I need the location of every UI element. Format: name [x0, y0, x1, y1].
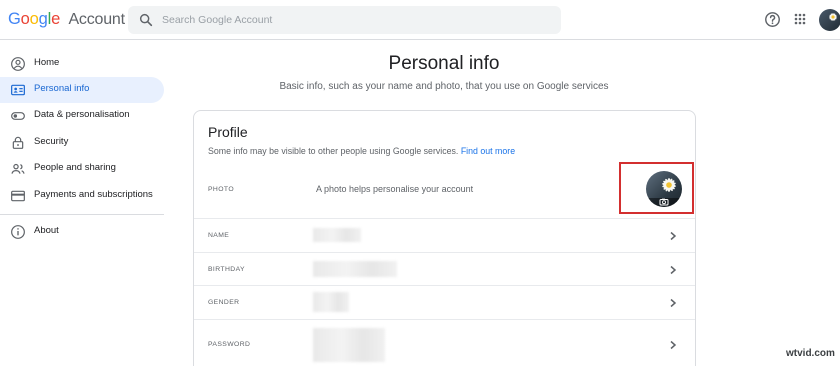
page-subtitle: Basic info, such as your name and photo,…	[279, 81, 609, 92]
profile-photo[interactable]	[646, 171, 682, 207]
chevron-right-icon	[670, 265, 677, 275]
logo-letter: o	[29, 10, 39, 28]
sidebar-item-label: People and sharing	[34, 162, 116, 173]
profile-photo-image	[646, 171, 682, 207]
home-icon	[11, 57, 25, 71]
row-label: PASSWORD	[208, 341, 251, 348]
profile-row-name[interactable]: NAME	[194, 218, 695, 252]
search-icon[interactable]	[138, 12, 154, 28]
logo-letter: g	[38, 10, 48, 28]
profile-description-text: Some info may be visible to other people…	[208, 146, 459, 156]
credit-card-icon	[11, 190, 25, 202]
row-label: BIRTHDAY	[208, 266, 245, 273]
profile-row-password[interactable]: PASSWORD	[194, 319, 695, 366]
people-icon	[11, 163, 25, 174]
apps-grid-icon[interactable]	[794, 13, 806, 25]
sidebar-item-label: Home	[34, 57, 60, 68]
chevron-right-icon	[670, 298, 677, 308]
row-label: GENDER	[208, 299, 240, 306]
profile-row-birthday[interactable]: BIRTHDAY	[194, 252, 695, 285]
avatar-flower-image	[819, 9, 840, 31]
redacted-birthday	[313, 261, 397, 277]
logo-letter: o	[20, 10, 30, 28]
sidebar-nav: Home Personal info Data & personalisatio…	[0, 40, 176, 366]
row-value: A photo helps personalise your account	[316, 184, 474, 194]
info-icon	[11, 225, 25, 239]
chevron-right-icon	[670, 340, 677, 350]
help-icon[interactable]	[764, 11, 781, 28]
row-label: PHOTO	[208, 186, 235, 193]
profile-card: Profile Some info may be visible to othe…	[193, 110, 696, 366]
sidebar-item-label: Data & personalisation	[34, 109, 130, 120]
profile-card-description: Some info may be visible to other people…	[208, 146, 515, 156]
google-wordmark: Google	[8, 10, 64, 28]
sidebar-item-label: About	[34, 225, 59, 236]
page-title: Personal info	[388, 53, 500, 74]
account-wordmark: Account	[68, 11, 125, 28]
sidebar-item-home[interactable]: Home	[0, 51, 164, 77]
logo-letter: e	[51, 10, 61, 28]
sidebar-item-data-personalisation[interactable]: Data & personalisation	[0, 103, 164, 129]
redacted-gender	[313, 292, 349, 312]
chevron-right-icon	[670, 231, 677, 241]
logo-letter: G	[8, 10, 21, 28]
row-label: NAME	[208, 232, 230, 239]
sidebar-item-payments[interactable]: Payments and subscriptions	[0, 183, 164, 209]
sidebar-item-label: Payments and subscriptions	[34, 189, 153, 200]
redacted-name	[313, 228, 361, 242]
search-input[interactable]	[162, 6, 552, 34]
account-avatar[interactable]	[819, 9, 840, 31]
sidebar-item-label: Security	[34, 136, 69, 147]
sidebar-item-people-sharing[interactable]: People and sharing	[0, 156, 164, 182]
toggle-icon	[11, 112, 25, 120]
profile-card-title: Profile	[208, 124, 248, 140]
id-card-icon	[11, 84, 25, 96]
find-out-more-link[interactable]: Find out more	[461, 146, 515, 156]
watermark: wtvid.com	[786, 348, 835, 359]
sidebar-divider	[0, 214, 164, 215]
search-bar[interactable]	[128, 6, 561, 34]
sidebar-item-personal-info[interactable]: Personal info	[0, 77, 164, 103]
redacted-password	[313, 328, 385, 362]
sidebar-item-label: Personal info	[34, 83, 90, 94]
sidebar-item-about[interactable]: About	[0, 219, 164, 245]
profile-row-gender[interactable]: GENDER	[194, 285, 695, 319]
lock-icon	[12, 136, 24, 149]
sidebar-item-security[interactable]: Security	[0, 130, 164, 156]
google-account-logo[interactable]: Google Account	[8, 10, 125, 29]
top-bar: Google Account	[0, 0, 840, 40]
